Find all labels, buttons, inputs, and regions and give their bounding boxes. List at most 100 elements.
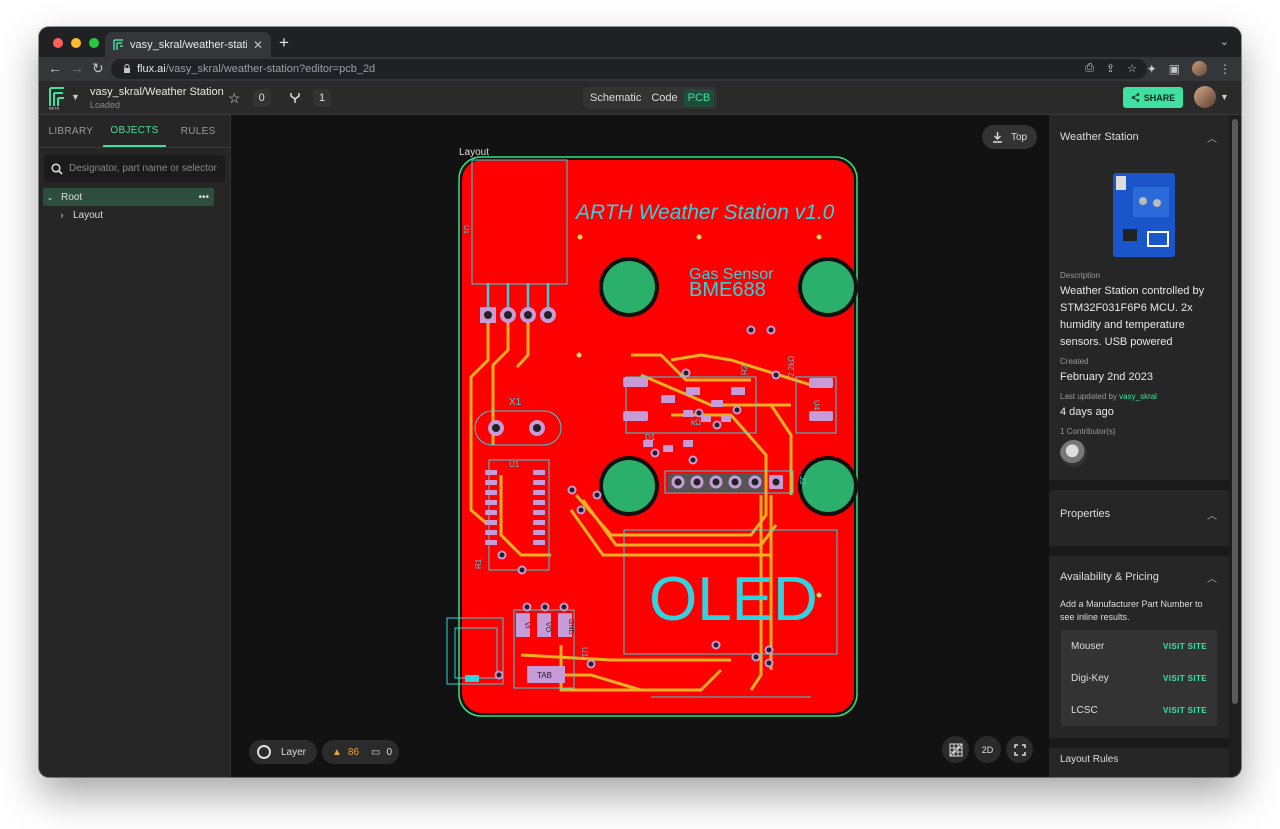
visit-mouser-link[interactable]: VISIT SITE xyxy=(1163,642,1207,651)
tab-objects[interactable]: OBJECTS xyxy=(102,115,167,147)
user-menu-chevron-icon[interactable]: ▼ xyxy=(1220,92,1229,102)
view-mode-button[interactable]: 2D xyxy=(974,736,1001,763)
j3-label: J3 xyxy=(798,476,807,485)
fullscreen-button[interactable] xyxy=(1006,736,1033,763)
svg-text:BETA: BETA xyxy=(49,106,59,111)
share-icon xyxy=(1131,93,1140,102)
d1-label: D1 xyxy=(645,433,656,442)
flux-logo-icon[interactable]: BETA xyxy=(48,86,66,110)
star-icon[interactable]: ☆ xyxy=(228,90,241,107)
left-panel-tabs: LIBRARY OBJECTS RULES xyxy=(39,115,230,148)
layer-label: Layer xyxy=(281,746,307,758)
zoom-window-button[interactable] xyxy=(89,38,99,48)
section-properties-header[interactable]: Properties ︿ xyxy=(1049,490,1229,538)
project-status: Loaded xyxy=(90,100,121,110)
editor-view-switcher: Schematic Code PCB xyxy=(583,87,718,109)
contributor-avatar[interactable] xyxy=(1060,440,1087,467)
project-thumbnail xyxy=(1113,173,1175,257)
chevron-up-icon[interactable]: ︿ xyxy=(1207,570,1217,585)
created-date: February 2nd 2023 xyxy=(1060,371,1153,383)
grid-toggle-button[interactable] xyxy=(942,736,969,763)
share-button[interactable]: SHARE xyxy=(1123,87,1183,108)
visit-digikey-link[interactable]: VISIT SITE xyxy=(1163,674,1207,683)
flux-favicon-icon xyxy=(113,38,123,50)
fork-icon[interactable] xyxy=(289,92,301,104)
tab-search-icon[interactable]: ⌄ xyxy=(1220,35,1229,48)
reg-tab-label: TAB xyxy=(537,671,552,680)
layer-button[interactable]: Layer xyxy=(249,740,317,764)
pcb-canvas[interactable]: Top Layout U1 ARTH Weather Station v1.0 xyxy=(231,115,1049,777)
back-icon[interactable]: ← xyxy=(48,60,62,76)
pcb-board[interactable]: Layout U1 ARTH Weather Station v1.0 Gas … xyxy=(231,115,1049,777)
created-label: Created xyxy=(1060,357,1089,366)
side-panel-icon[interactable]: ▣ xyxy=(1169,62,1180,76)
section-project-header[interactable]: Weather Station ︿ xyxy=(1049,115,1229,159)
r1-label: R1 xyxy=(474,558,483,569)
project-name[interactable]: vasy_skral/Weather Station xyxy=(90,86,224,98)
section-layout-rules-header[interactable]: Layout Rules xyxy=(1049,748,1229,771)
project-title: Weather Station xyxy=(1060,131,1139,143)
distributor-name: Mouser xyxy=(1071,640,1105,652)
view-schematic[interactable]: Schematic xyxy=(586,89,645,107)
more-icon[interactable]: ••• xyxy=(198,192,209,203)
browser-window: vasy_skral/weather-station: W ✕ + ⌄ ← → … xyxy=(39,27,1241,777)
comment-count: 0 xyxy=(386,746,393,758)
chevron-right-icon[interactable]: › xyxy=(55,210,69,220)
bme688-label: BME688 xyxy=(689,279,766,301)
x1-label: X1 xyxy=(509,397,522,408)
scrollbar-thumb[interactable] xyxy=(1232,119,1238,704)
bookmark-star-icon[interactable]: ☆ xyxy=(1127,62,1137,75)
updated-by-link[interactable]: vasy_skral xyxy=(1119,392,1157,401)
chevron-up-icon[interactable]: ︿ xyxy=(1207,130,1217,145)
new-tab-icon[interactable]: + xyxy=(279,33,289,53)
view-code[interactable]: Code xyxy=(647,89,681,107)
close-window-button[interactable] xyxy=(53,38,63,48)
chevron-up-icon[interactable]: ︿ xyxy=(1207,507,1217,522)
browser-tab[interactable]: vasy_skral/weather-station: W ✕ xyxy=(105,32,271,57)
tab-title: vasy_skral/weather-station: W xyxy=(130,38,247,51)
url-field[interactable]: flux.ai/vasy_skral/weather-station?edito… xyxy=(111,59,1147,79)
visit-lcsc-link[interactable]: VISIT SITE xyxy=(1163,706,1207,715)
close-tab-icon[interactable]: ✕ xyxy=(253,38,263,52)
tab-rules[interactable]: RULES xyxy=(166,115,230,147)
star-counter[interactable]: ☆ 0 xyxy=(228,88,271,108)
u4-pad-bottom xyxy=(809,411,833,421)
chevron-down-icon[interactable]: ⌄ xyxy=(43,193,57,202)
browser-menu-icon[interactable]: ⋮ xyxy=(1219,62,1231,76)
last-updated-line: Last updated by vasy_skral xyxy=(1060,392,1157,401)
share-label: SHARE xyxy=(1143,92,1176,103)
reg-gnd-label: GND xyxy=(567,619,574,635)
distributor-row: LCSC VISIT SITE xyxy=(1061,694,1217,726)
object-search xyxy=(44,155,225,182)
view-pcb[interactable]: PCB xyxy=(683,89,715,107)
extensions-icon[interactable]: ✦ xyxy=(1147,62,1157,76)
section-divider xyxy=(1049,738,1229,748)
reg-vo-label: VO xyxy=(544,622,551,633)
contributors-count: 1 Contributor(s) xyxy=(1060,427,1116,436)
object-search-input[interactable] xyxy=(69,163,219,174)
star-count: 0 xyxy=(252,89,271,107)
distributor-name: Digi-Key xyxy=(1071,672,1109,684)
user-avatar[interactable] xyxy=(1194,86,1216,108)
warning-icon: ▲ xyxy=(332,746,342,758)
section-availability-header[interactable]: Availability & Pricing ︿ xyxy=(1049,556,1229,598)
u4-label: U4 xyxy=(812,400,821,411)
right-panel-scrollbar[interactable] xyxy=(1229,115,1241,777)
forward-icon[interactable]: → xyxy=(70,60,84,76)
issues-button[interactable]: ▲ 86 ▭ 0 xyxy=(322,740,399,764)
fork-counter[interactable]: 1 xyxy=(289,88,332,108)
usb-tab xyxy=(465,675,479,682)
chevron-down-icon[interactable]: ▼ xyxy=(71,92,80,102)
minimize-window-button[interactable] xyxy=(71,38,81,48)
install-app-icon[interactable]: ⎙ xyxy=(1085,62,1094,75)
tree-item-layout[interactable]: › Layout xyxy=(55,206,230,224)
updated-time: 4 days ago xyxy=(1060,406,1114,418)
tab-library[interactable]: LIBRARY xyxy=(39,115,103,147)
tree-item-root[interactable]: ⌄ Root ••• xyxy=(43,188,214,206)
url-text: flux.ai/vasy_skral/weather-station?edito… xyxy=(137,63,376,75)
profile-avatar[interactable] xyxy=(1192,61,1207,76)
resistor-value-label: 2.2kΩ xyxy=(787,356,796,377)
distributor-row: Mouser VISIT SITE xyxy=(1061,630,1217,662)
share-page-icon[interactable]: ⇪ xyxy=(1106,62,1115,75)
reload-icon[interactable]: ↻ xyxy=(92,60,104,77)
